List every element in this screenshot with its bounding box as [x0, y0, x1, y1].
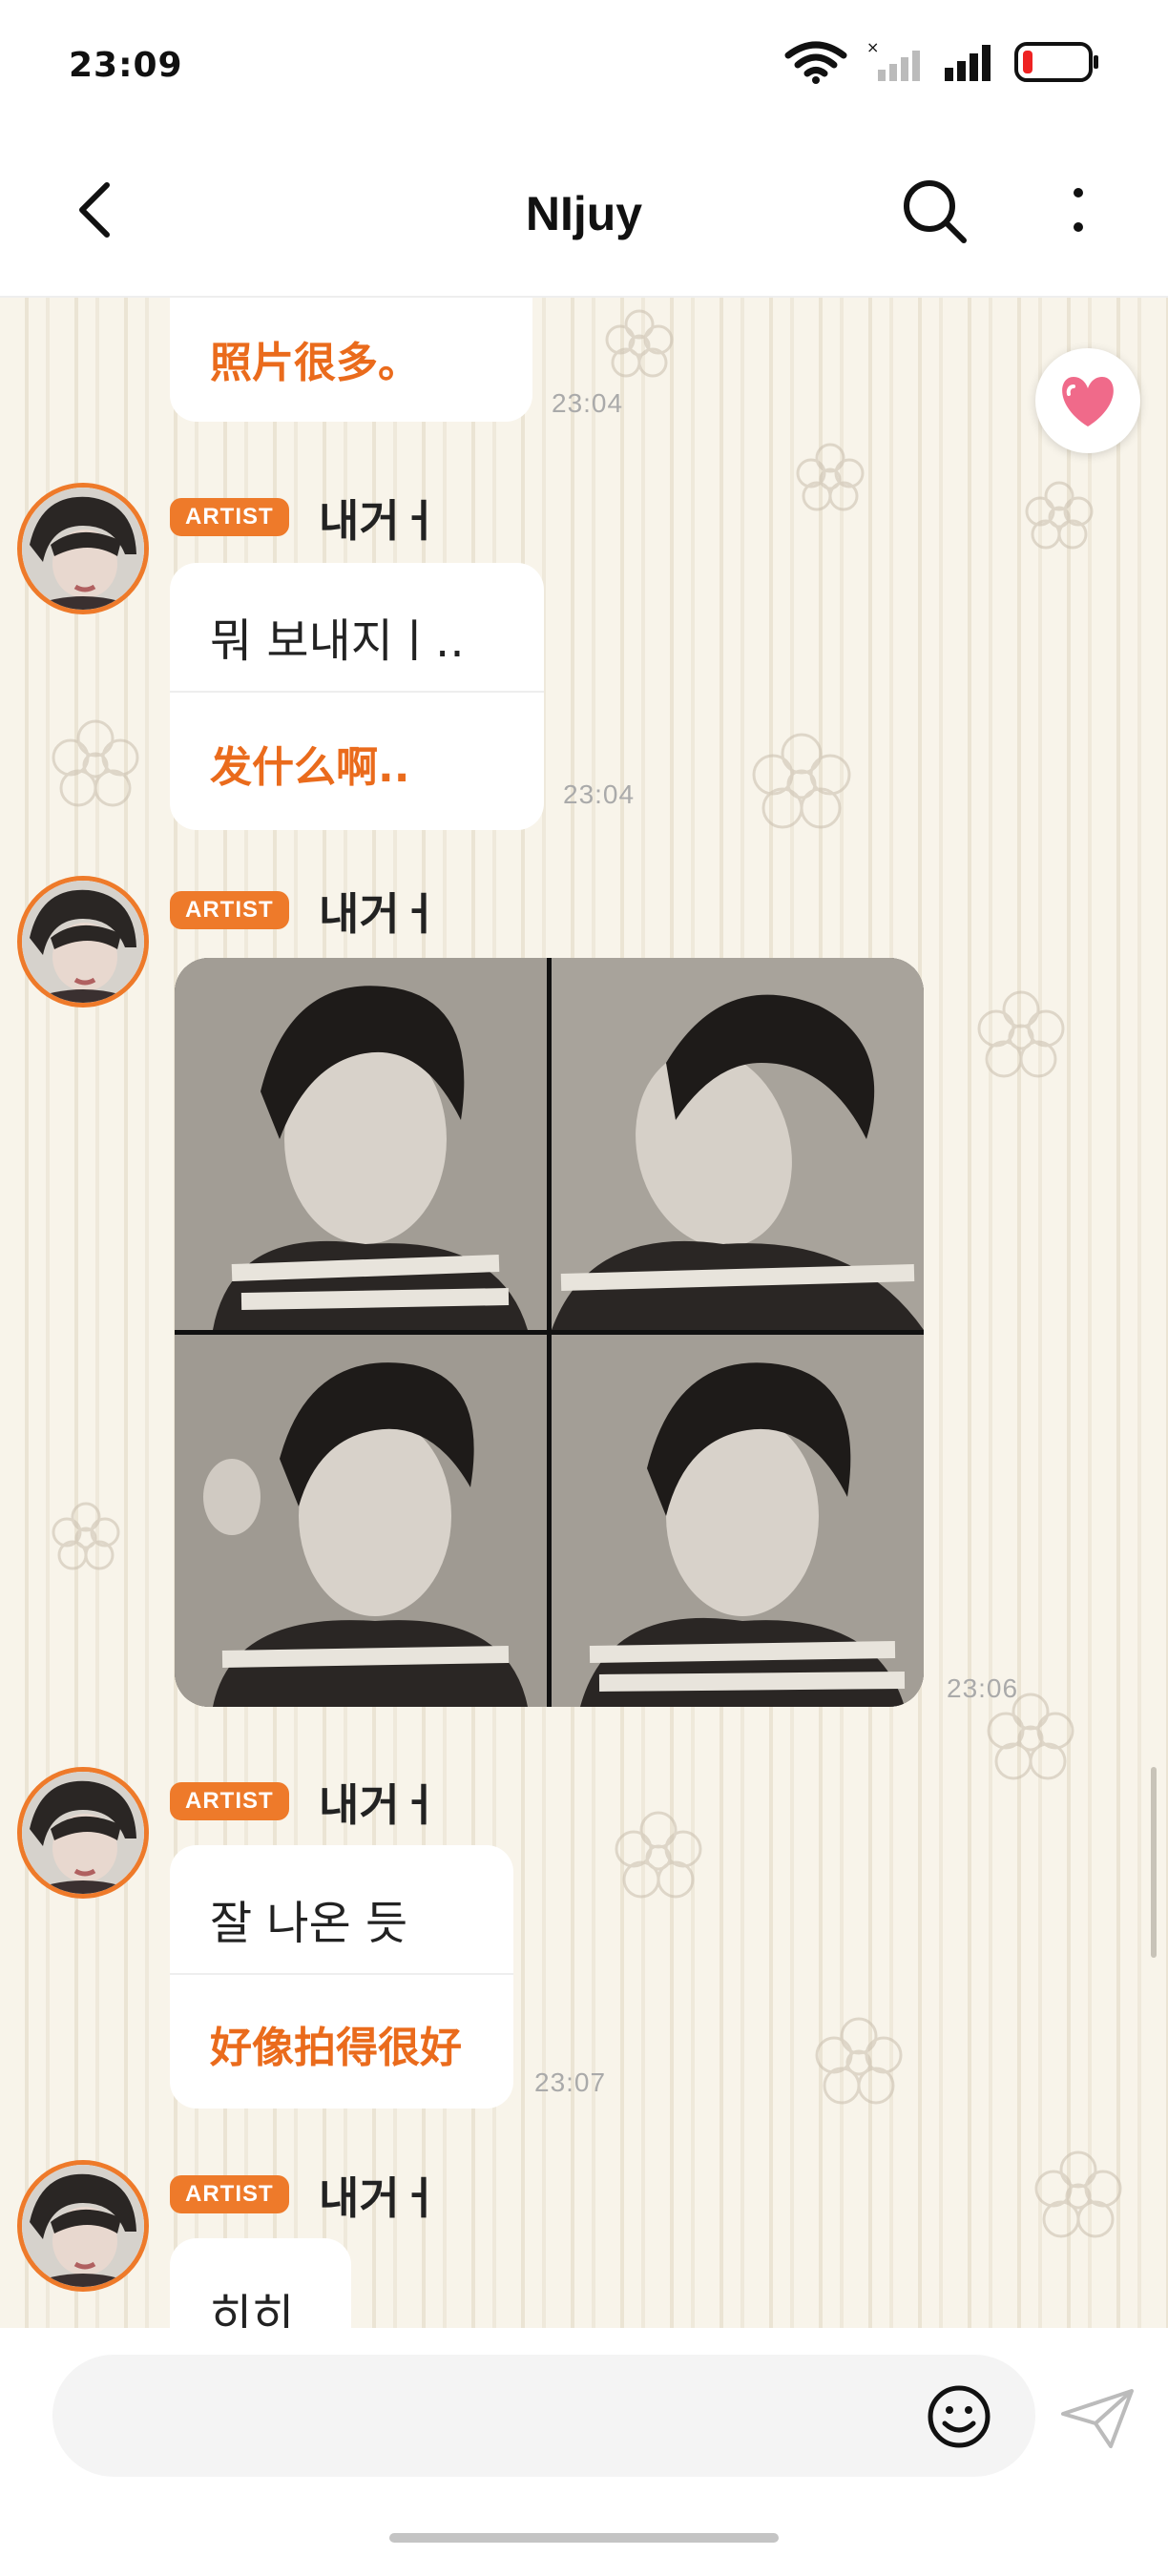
translation-text: 好像拍得很好 — [210, 2024, 462, 2072]
heart-button[interactable] — [1035, 348, 1140, 453]
heart-icon — [1062, 377, 1114, 426]
emoji-icon[interactable] — [926, 2383, 992, 2450]
artist-badge: ARTIST — [170, 1782, 289, 1820]
flower-decoration — [796, 443, 865, 511]
portrait-image — [552, 958, 924, 1330]
flower-decoration — [605, 309, 674, 378]
page-title: NIjuy — [525, 187, 643, 240]
status-bar: 23:09 × — [0, 0, 1168, 134]
battery-icon — [1014, 42, 1098, 82]
photo-frame — [175, 958, 547, 1330]
message-time: 23:07 — [534, 2067, 607, 2097]
message-bubble[interactable]: 히히 — [170, 2238, 351, 2328]
message-bubble[interactable]: 잘 나온 듯 好像拍得很好 — [170, 1845, 513, 2109]
photo-frame — [552, 1335, 924, 1707]
photo-frame — [552, 958, 924, 1330]
artist-badge: ARTIST — [170, 891, 289, 929]
message-time: 23:04 — [552, 388, 624, 418]
flower-decoration — [752, 733, 851, 829]
avatar[interactable] — [17, 483, 149, 614]
avatar-image — [22, 1772, 144, 1894]
message-text: 뭐 보내지ㅣ.. — [210, 614, 465, 668]
signal-icon — [945, 45, 991, 81]
flower-decoration — [615, 1811, 702, 1899]
avatar-image — [22, 488, 144, 610]
message-time: 23:06 — [947, 1673, 1019, 1703]
artist-name: 내거ㅓ — [319, 495, 440, 547]
message-composer — [0, 2328, 1168, 2576]
artist-badge: ARTIST — [170, 498, 289, 536]
signal-icon: × — [866, 41, 920, 81]
message-text: 잘 나온 듯 — [210, 1897, 408, 1950]
status-time: 23:09 — [69, 46, 183, 85]
portrait-image — [175, 958, 547, 1330]
message-bubble[interactable]: 뭐 보내지ㅣ.. 发什么啊.. — [170, 563, 544, 830]
artist-badge: ARTIST — [170, 2175, 289, 2213]
flower-decoration — [815, 2017, 903, 2105]
more-vertical-icon[interactable] — [1059, 172, 1097, 248]
chat-area[interactable]: 照片很多。 23:04 ARTIST 내거ㅓ 뭐 보내지ㅣ.. 发什么啊.. 2… — [0, 298, 1168, 2328]
message-input[interactable] — [52, 2355, 1035, 2477]
home-indicator[interactable] — [389, 2533, 779, 2543]
avatar[interactable] — [17, 1767, 149, 1899]
portrait-image — [175, 1335, 547, 1707]
bubble-divider — [170, 1973, 513, 1975]
status-icons: × — [784, 40, 1101, 84]
artist-name: 내거ㅓ — [319, 888, 440, 940]
avatar-image — [22, 881, 144, 1003]
photo-message[interactable] — [175, 958, 924, 1707]
wifi-icon — [784, 41, 847, 84]
scrollbar[interactable] — [1151, 1767, 1157, 1958]
translation-text: 照片很多。 — [210, 339, 420, 387]
avatar[interactable] — [17, 876, 149, 1008]
artist-name: 내거ㅓ — [319, 1779, 440, 1831]
artist-name: 내거ㅓ — [319, 2172, 440, 2224]
avatar[interactable] — [17, 2160, 149, 2292]
photo-frame — [175, 1335, 547, 1707]
svg-text:×: × — [866, 41, 879, 56]
flower-decoration — [977, 990, 1065, 1078]
chat-header: NIjuy — [0, 134, 1168, 298]
avatar-image — [22, 2165, 144, 2287]
flower-decoration — [52, 719, 139, 807]
flower-decoration — [52, 1502, 120, 1570]
flower-decoration — [1034, 2150, 1122, 2238]
send-icon[interactable] — [1057, 2385, 1137, 2452]
bubble-divider — [170, 691, 544, 693]
message-time: 23:04 — [563, 779, 636, 809]
flower-decoration — [1025, 481, 1094, 550]
message-bubble[interactable]: 照片很多。 — [170, 298, 532, 422]
portrait-image — [552, 1335, 924, 1707]
search-icon[interactable] — [897, 172, 973, 248]
translation-text: 发什么啊.. — [210, 743, 410, 792]
message-text: 히히 — [210, 2290, 295, 2328]
